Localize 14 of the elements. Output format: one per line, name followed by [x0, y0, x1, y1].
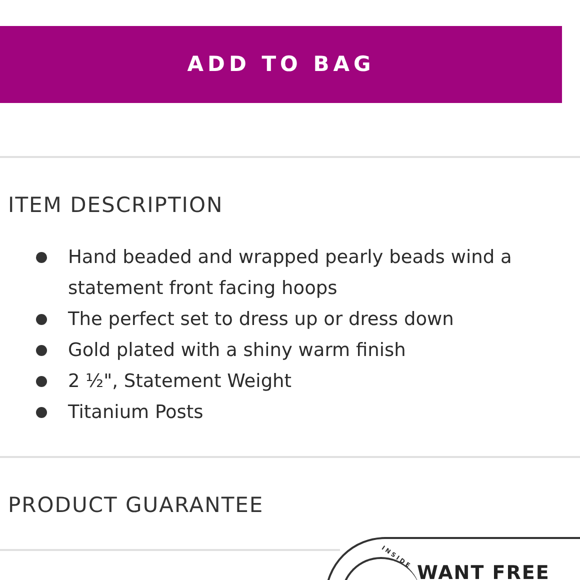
- promo-title: WANT FREE: [417, 561, 550, 580]
- section-heading: PRODUCT GUARANTEE: [7, 492, 265, 518]
- section-heading: ITEM DESCRIPTION: [7, 192, 224, 219]
- add-to-bag-button[interactable]: ADD TO BAG: [0, 26, 562, 103]
- bullet-icon: [36, 314, 47, 324]
- bullet-icon: [36, 406, 47, 418]
- bullet-text: The perfect set to dress up or dress down: [68, 308, 454, 332]
- bullet-text: 2 ½", Statement Weight: [68, 370, 292, 394]
- bullet-icon: [36, 344, 47, 356]
- bullet-text: Titanium Posts: [68, 400, 204, 424]
- bullet-icon: [36, 376, 47, 386]
- bullet-text: Gold plated with a shiny warm finish: [68, 338, 406, 362]
- bullet-text: Hand beaded and wrapped pearly beads wind a statement front facing hoops: [68, 246, 512, 300]
- bullet-icon: [36, 252, 47, 262]
